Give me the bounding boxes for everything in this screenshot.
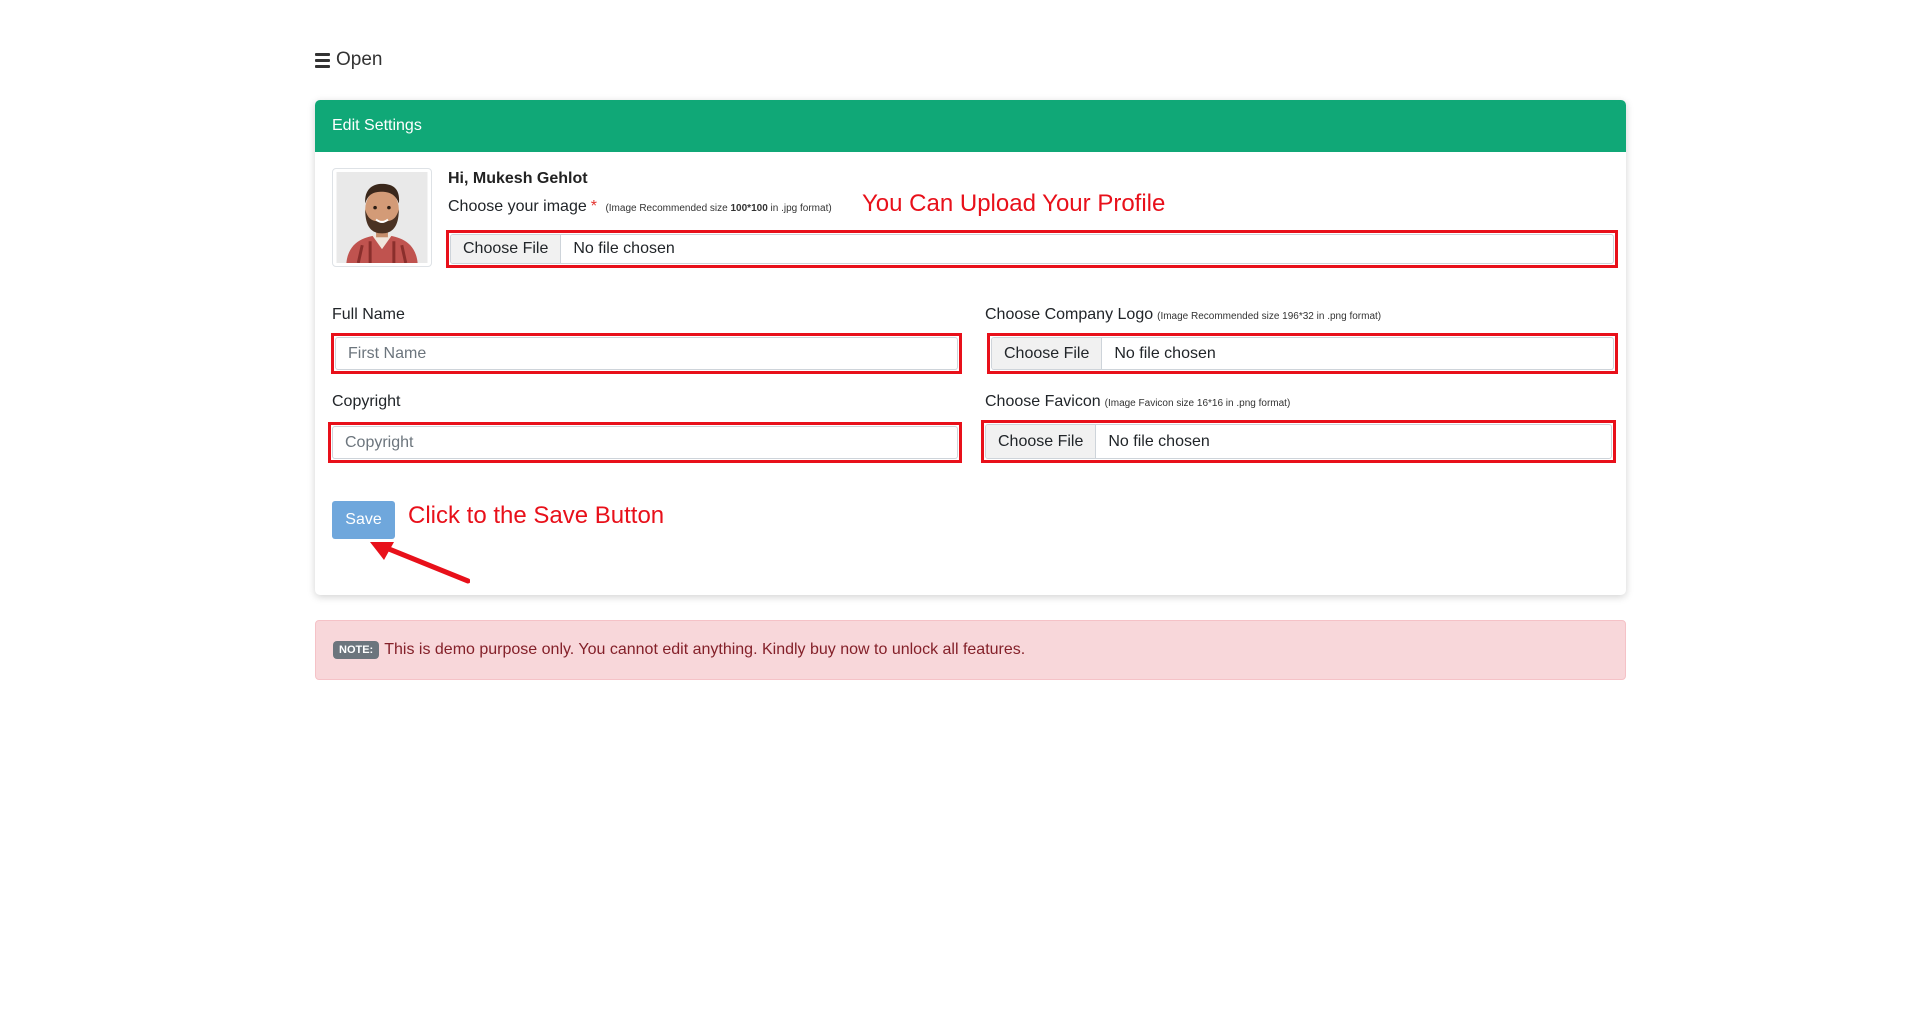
full-name-input[interactable] bbox=[335, 337, 958, 370]
copyright-input[interactable] bbox=[332, 426, 958, 459]
edit-settings-card: Edit Settings Hi, Mukesh Gehlot Choose y… bbox=[315, 100, 1626, 595]
card-title: Edit Settings bbox=[332, 117, 422, 134]
save-button[interactable]: Save bbox=[332, 501, 395, 539]
profile-file-input[interactable]: Choose File No file chosen bbox=[450, 234, 1614, 264]
note-badge: NOTE: bbox=[333, 641, 380, 659]
favicon-label: Choose Favicon (Image Favicon size 16*16 … bbox=[985, 393, 1291, 410]
open-label: Open bbox=[336, 49, 383, 70]
user-name: Mukesh Gehlot bbox=[472, 170, 588, 187]
required-mark: * bbox=[590, 198, 597, 215]
favicon-hint: (Image Favicon size 16*16 in .png format… bbox=[1104, 398, 1291, 409]
image-size-hint: (Image Recommended size 100*100 in .jpg … bbox=[605, 203, 832, 214]
company-logo-label: Choose Company Logo (Image Recommended si… bbox=[985, 306, 1382, 323]
annotation-arrow-icon bbox=[370, 542, 470, 584]
card-header: Edit Settings bbox=[315, 100, 1626, 152]
profile-choose-file-button[interactable]: Choose File bbox=[451, 235, 562, 263]
company-logo-hint: (Image Recommended size 196*32 in .png f… bbox=[1157, 311, 1382, 322]
favicon-file-input[interactable]: Choose File No file chosen bbox=[985, 424, 1612, 459]
bars-icon bbox=[315, 52, 330, 68]
greeting: Hi, Mukesh Gehlot bbox=[448, 170, 588, 187]
avatar bbox=[332, 168, 432, 267]
save-annotation: Click to the Save Button bbox=[408, 502, 665, 529]
company-logo-choose-file-button[interactable]: Choose File bbox=[992, 338, 1103, 369]
user-avatar-image bbox=[336, 172, 428, 263]
upload-profile-annotation: You Can Upload Your Profile bbox=[862, 190, 1166, 217]
note-text: This is demo purpose only. You cannot ed… bbox=[384, 641, 1026, 658]
favicon-choose-file-button[interactable]: Choose File bbox=[986, 425, 1097, 458]
demo-note-alert: NOTE: This is demo purpose only. You can… bbox=[315, 620, 1626, 680]
full-name-label: Full Name bbox=[332, 306, 405, 323]
sidebar-open-toggle[interactable]: Open bbox=[315, 49, 382, 71]
favicon-file-status: No file chosen bbox=[1108, 432, 1210, 450]
company-logo-file-status: No file chosen bbox=[1114, 344, 1216, 362]
choose-image-label: Choose your image * (Image Recommended si… bbox=[448, 198, 832, 215]
profile-file-status: No file chosen bbox=[573, 240, 675, 257]
company-logo-file-input[interactable]: Choose File No file chosen bbox=[991, 337, 1614, 370]
copyright-label: Copyright bbox=[332, 393, 401, 410]
